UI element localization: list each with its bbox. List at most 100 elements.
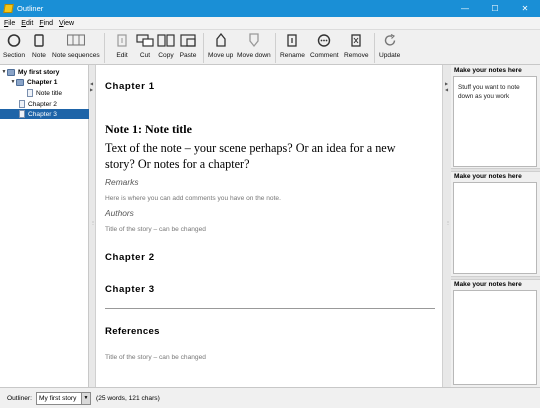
note-sequences-button[interactable]: Note sequences xyxy=(52,33,100,59)
page-icon xyxy=(19,100,25,108)
remove-label: Remove xyxy=(344,52,369,59)
remove-icon xyxy=(351,34,361,47)
notes-header-3: Make your notes here xyxy=(454,281,522,288)
expand-right-icon[interactable]: ▶ xyxy=(445,81,448,86)
note-icon xyxy=(34,34,44,47)
tree-item-label: Chapter 1 xyxy=(27,78,58,86)
expand-left-icon[interactable]: ▶ xyxy=(90,87,93,92)
copy-button[interactable]: Copy xyxy=(157,33,175,59)
collapse-right-icon[interactable]: ◀ xyxy=(445,87,448,92)
rename-button[interactable]: Rename xyxy=(280,33,305,59)
close-button[interactable]: ✕ xyxy=(510,0,540,17)
tree-item-label: Note title xyxy=(36,89,63,97)
paste-icon xyxy=(180,34,196,47)
refresh-icon xyxy=(384,33,395,46)
move-up-icon xyxy=(215,33,226,47)
note-sequences-label: Note sequences xyxy=(52,52,100,59)
menu-view[interactable]: View xyxy=(59,20,74,27)
section-icon xyxy=(7,34,21,47)
menu-bar: File Edit Find View xyxy=(0,17,540,29)
outline-tree[interactable]: ▼ My first story ▼ Chapter 1 Note title … xyxy=(0,65,89,387)
remarks-label: Remarks xyxy=(105,177,139,187)
maximize-button[interactable]: ☐ xyxy=(480,0,510,17)
update-button[interactable]: Update xyxy=(379,33,400,59)
page-icon xyxy=(27,89,33,97)
copy-label: Copy xyxy=(158,52,174,59)
paste-label: Paste xyxy=(179,52,197,59)
notes-box-1[interactable]: Stuff you want to note down as you work xyxy=(453,76,537,167)
notes-splitter[interactable] xyxy=(451,276,540,280)
edit-button[interactable]: Edit xyxy=(113,33,131,59)
tree-item-chapter-1[interactable]: ▼ Chapter 1 xyxy=(10,77,57,87)
tree-item-label: My first story xyxy=(18,68,60,76)
outliner-select-value: My first story xyxy=(39,395,77,402)
notes-box-2[interactable] xyxy=(453,182,537,274)
move-up-label: Move up xyxy=(208,52,234,59)
word-count: (25 words, 121 chars) xyxy=(96,395,160,402)
references-text: Title of the story – can be changed xyxy=(105,354,206,361)
section-label: Section xyxy=(3,52,25,59)
cut-label: Cut xyxy=(139,52,151,59)
references-heading: References xyxy=(105,326,160,337)
cut-button[interactable]: Cut xyxy=(136,33,154,59)
chevron-down-icon[interactable]: ▼ xyxy=(81,393,90,404)
toolbar: Section Note Note sequences Edit Cut Cop… xyxy=(0,29,540,65)
move-down-label: Move down xyxy=(237,52,271,59)
tree-item-my-first-story[interactable]: ▼ My first story xyxy=(1,67,59,77)
tree-item-chapter-3[interactable]: Chapter 3 xyxy=(0,109,89,119)
rename-icon xyxy=(287,34,298,47)
notes-header-1: Make your notes here xyxy=(454,67,522,74)
chapter-3-heading: Chapter 3 xyxy=(105,284,155,295)
remove-button[interactable]: Remove xyxy=(344,33,369,59)
window-controls: — ☐ ✕ xyxy=(450,0,540,17)
menu-edit[interactable]: Edit xyxy=(21,20,33,27)
minimize-button[interactable]: — xyxy=(450,0,480,17)
edit-icon xyxy=(117,34,127,47)
note-body: Text of the note – your scene perhaps? O… xyxy=(105,141,396,171)
note-label: Note xyxy=(32,52,46,59)
toolbar-separator xyxy=(275,33,276,63)
notes-splitter[interactable] xyxy=(451,168,540,172)
move-down-button[interactable]: Move down xyxy=(237,33,271,59)
tree-item-note-title[interactable]: Note title xyxy=(27,88,62,98)
toolbar-separator xyxy=(104,33,105,63)
comment-icon xyxy=(318,34,331,47)
section-button[interactable]: Section xyxy=(3,33,25,59)
status-bar: Outliner: My first story ▼ (25 words, 12… xyxy=(0,387,540,408)
note-button[interactable]: Note xyxy=(30,33,48,59)
note-sequences-icon xyxy=(66,34,85,46)
authors-text: Title of the story – can be changed xyxy=(105,226,206,233)
splitter-grip-icon: ⋮ xyxy=(446,220,450,225)
tree-item-label: Chapter 3 xyxy=(28,110,57,118)
note-heading: Note 1: Note title xyxy=(105,122,192,136)
toolbar-separator xyxy=(374,33,375,63)
app-icon xyxy=(3,4,14,13)
book-icon xyxy=(7,68,15,76)
right-splitter[interactable]: ▶ ◀ ⋮ xyxy=(443,65,451,387)
collapse-left-icon[interactable]: ◀ xyxy=(90,81,93,86)
remarks-text: Here is where you can add comments you h… xyxy=(105,195,281,202)
move-down-icon xyxy=(249,33,259,48)
outliner-label: Outliner: xyxy=(7,395,32,402)
document-view[interactable]: Chapter 1 Note 1: Note title Text of the… xyxy=(95,65,443,387)
authors-label: Authors xyxy=(105,208,134,218)
comment-button[interactable]: Comment xyxy=(310,33,339,59)
rename-label: Rename xyxy=(280,52,305,59)
outliner-select[interactable]: My first story ▼ xyxy=(36,392,91,405)
cut-icon xyxy=(136,34,154,47)
page-icon xyxy=(19,110,25,118)
tree-item-chapter-2[interactable]: Chapter 2 xyxy=(19,99,57,109)
book-icon xyxy=(16,78,24,86)
comment-label: Comment xyxy=(310,52,339,59)
tree-item-label: Chapter 2 xyxy=(28,100,57,108)
menu-find[interactable]: Find xyxy=(39,20,53,27)
paste-button[interactable]: Paste xyxy=(179,33,197,59)
menu-file[interactable]: File xyxy=(4,20,15,27)
copy-icon xyxy=(157,34,175,47)
notes-header-2: Make your notes here xyxy=(454,173,522,180)
window-title: Outliner xyxy=(17,4,44,13)
toolbar-separator xyxy=(203,33,204,63)
move-up-button[interactable]: Move up xyxy=(208,33,233,59)
chapter-2-heading: Chapter 2 xyxy=(105,252,155,263)
notes-box-3[interactable] xyxy=(453,290,537,385)
